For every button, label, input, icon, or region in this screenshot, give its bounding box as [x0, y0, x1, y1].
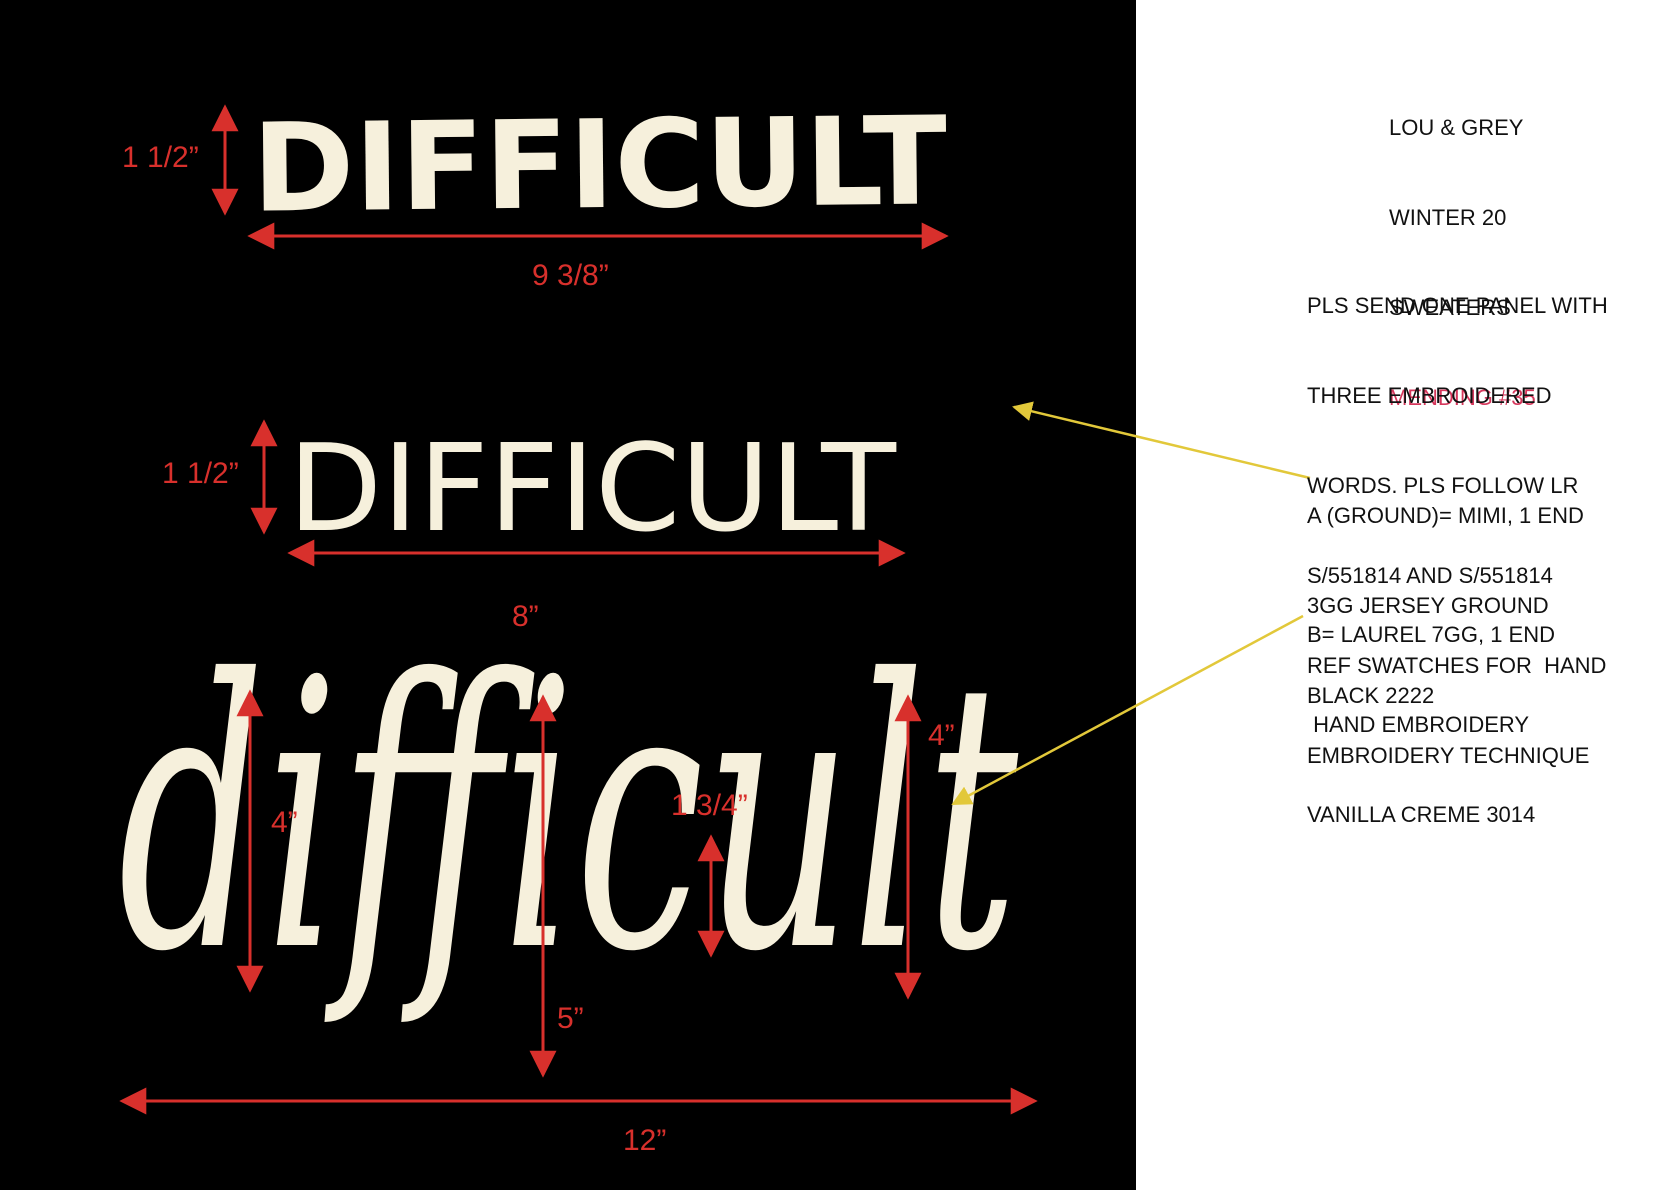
material-b-line: VANILLA CREME 3014 [1307, 802, 1536, 827]
word-1-bold-caps: DIFFICULT [251, 90, 947, 239]
material-b-line: B= LAUREL 7GG, 1 END [1307, 622, 1556, 647]
word-3-width-label: 12” [623, 1124, 666, 1157]
word-2-thin-caps: DIFFICULT [288, 420, 897, 559]
material-b-line: HAND EMBROIDERY [1307, 712, 1530, 737]
brand-name: LOU & GREY [1389, 115, 1524, 140]
word-2-height-label: 1 1/2” [162, 457, 239, 490]
word-3-script-lowercase: difficult [118, 603, 1019, 1033]
word-2-width-label: 8” [512, 600, 539, 633]
material-a-line: A (GROUND)= MIMI, 1 END [1307, 503, 1584, 528]
word-1-width-label: 9 3/8” [532, 259, 609, 292]
word-3-descender-label: 5” [557, 1002, 584, 1035]
season: WINTER 20 [1389, 205, 1507, 230]
word-3-t-height-label: 4” [928, 719, 955, 752]
word-3-xheight-label: 1 3/4” [671, 789, 748, 822]
word-1-height-label: 1 1/2” [122, 141, 199, 174]
instruction-line: THREE EMBROIDERED [1307, 383, 1552, 408]
leader-line-ground [1012, 401, 1311, 480]
word-3-ascender-label: 4” [271, 806, 298, 839]
instruction-line: PLS SEND ONE PANEL WITH [1307, 293, 1608, 318]
material-b-block: B= LAUREL 7GG, 1 END HAND EMBROIDERY VAN… [1307, 560, 1555, 860]
